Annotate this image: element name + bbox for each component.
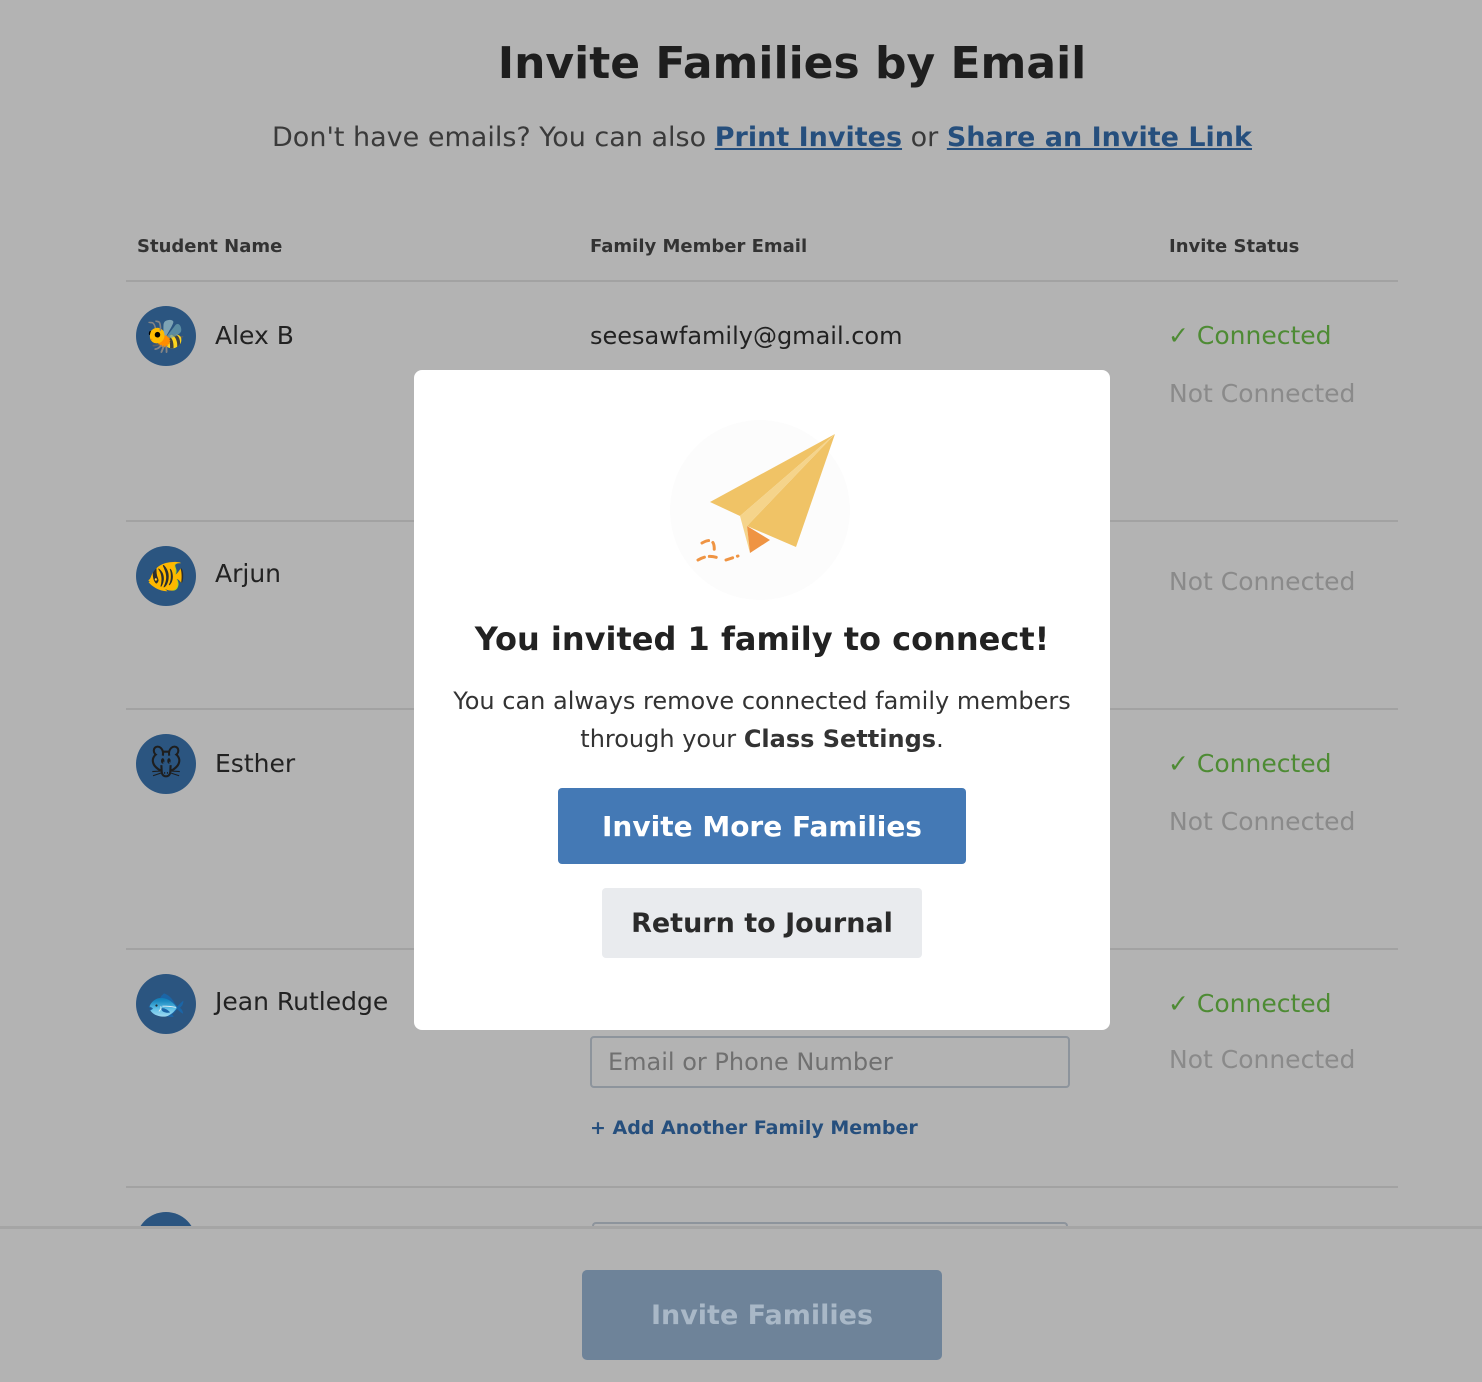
status-text: Connected bbox=[1196, 989, 1332, 1018]
share-invite-link[interactable]: Share an Invite Link bbox=[947, 122, 1252, 153]
status-connected: ✓ Connected bbox=[1168, 749, 1332, 778]
header-family-email: Family Member Email bbox=[590, 236, 808, 257]
subtitle-text: Don't have emails? You can also bbox=[272, 122, 715, 153]
mouse-icon: 🐭 bbox=[136, 734, 196, 794]
class-settings-text: Class Settings bbox=[743, 725, 937, 753]
family-email: seesawfamily@gmail.com bbox=[590, 322, 903, 350]
paper-plane-icon bbox=[696, 434, 835, 562]
success-modal: You invited 1 family to connect! You can… bbox=[414, 370, 1110, 1030]
body-suffix: . bbox=[936, 725, 944, 753]
student-name: Alex B bbox=[215, 321, 294, 350]
divider bbox=[126, 1186, 1398, 1188]
bee-icon: 🐝 bbox=[136, 306, 196, 366]
status-text: Connected bbox=[1196, 749, 1332, 778]
page-title: Invite Families by Email bbox=[497, 38, 1087, 89]
status-text: Connected bbox=[1196, 321, 1332, 350]
student-name: Arjun bbox=[215, 559, 282, 588]
status-not-connected: Not Connected bbox=[1169, 379, 1356, 408]
add-family-member-link[interactable]: + Add Another Family Member bbox=[590, 1117, 918, 1139]
status-connected: ✓ Connected bbox=[1168, 321, 1332, 350]
email-input[interactable] bbox=[590, 1036, 1070, 1088]
invite-families-button[interactable]: Invite Families bbox=[582, 1270, 942, 1360]
invite-more-families-button[interactable]: Invite More Families bbox=[558, 788, 966, 864]
status-not-connected: Not Connected bbox=[1169, 1045, 1356, 1074]
student-name: Jean Rutledge bbox=[215, 987, 389, 1016]
fish-icon: 🐟 bbox=[136, 974, 196, 1034]
fish-icon: 🐠 bbox=[136, 546, 196, 606]
status-not-connected: Not Connected bbox=[1169, 567, 1356, 596]
divider bbox=[126, 280, 1398, 282]
print-invites-link[interactable]: Print Invites bbox=[715, 122, 902, 153]
subtitle-or: or bbox=[902, 122, 947, 153]
modal-title: You invited 1 family to connect! bbox=[474, 620, 1050, 658]
header-invite-status: Invite Status bbox=[1169, 236, 1300, 257]
student-name: Esther bbox=[215, 749, 296, 778]
status-not-connected: Not Connected bbox=[1169, 807, 1356, 836]
return-to-journal-button[interactable]: Return to Journal bbox=[602, 888, 922, 958]
header-student-name: Student Name bbox=[137, 236, 283, 257]
page-subtitle: Don't have emails? You can also Print In… bbox=[0, 122, 1482, 153]
modal-body: You can always remove connected family m… bbox=[414, 682, 1110, 758]
status-connected: ✓ Connected bbox=[1168, 989, 1332, 1018]
